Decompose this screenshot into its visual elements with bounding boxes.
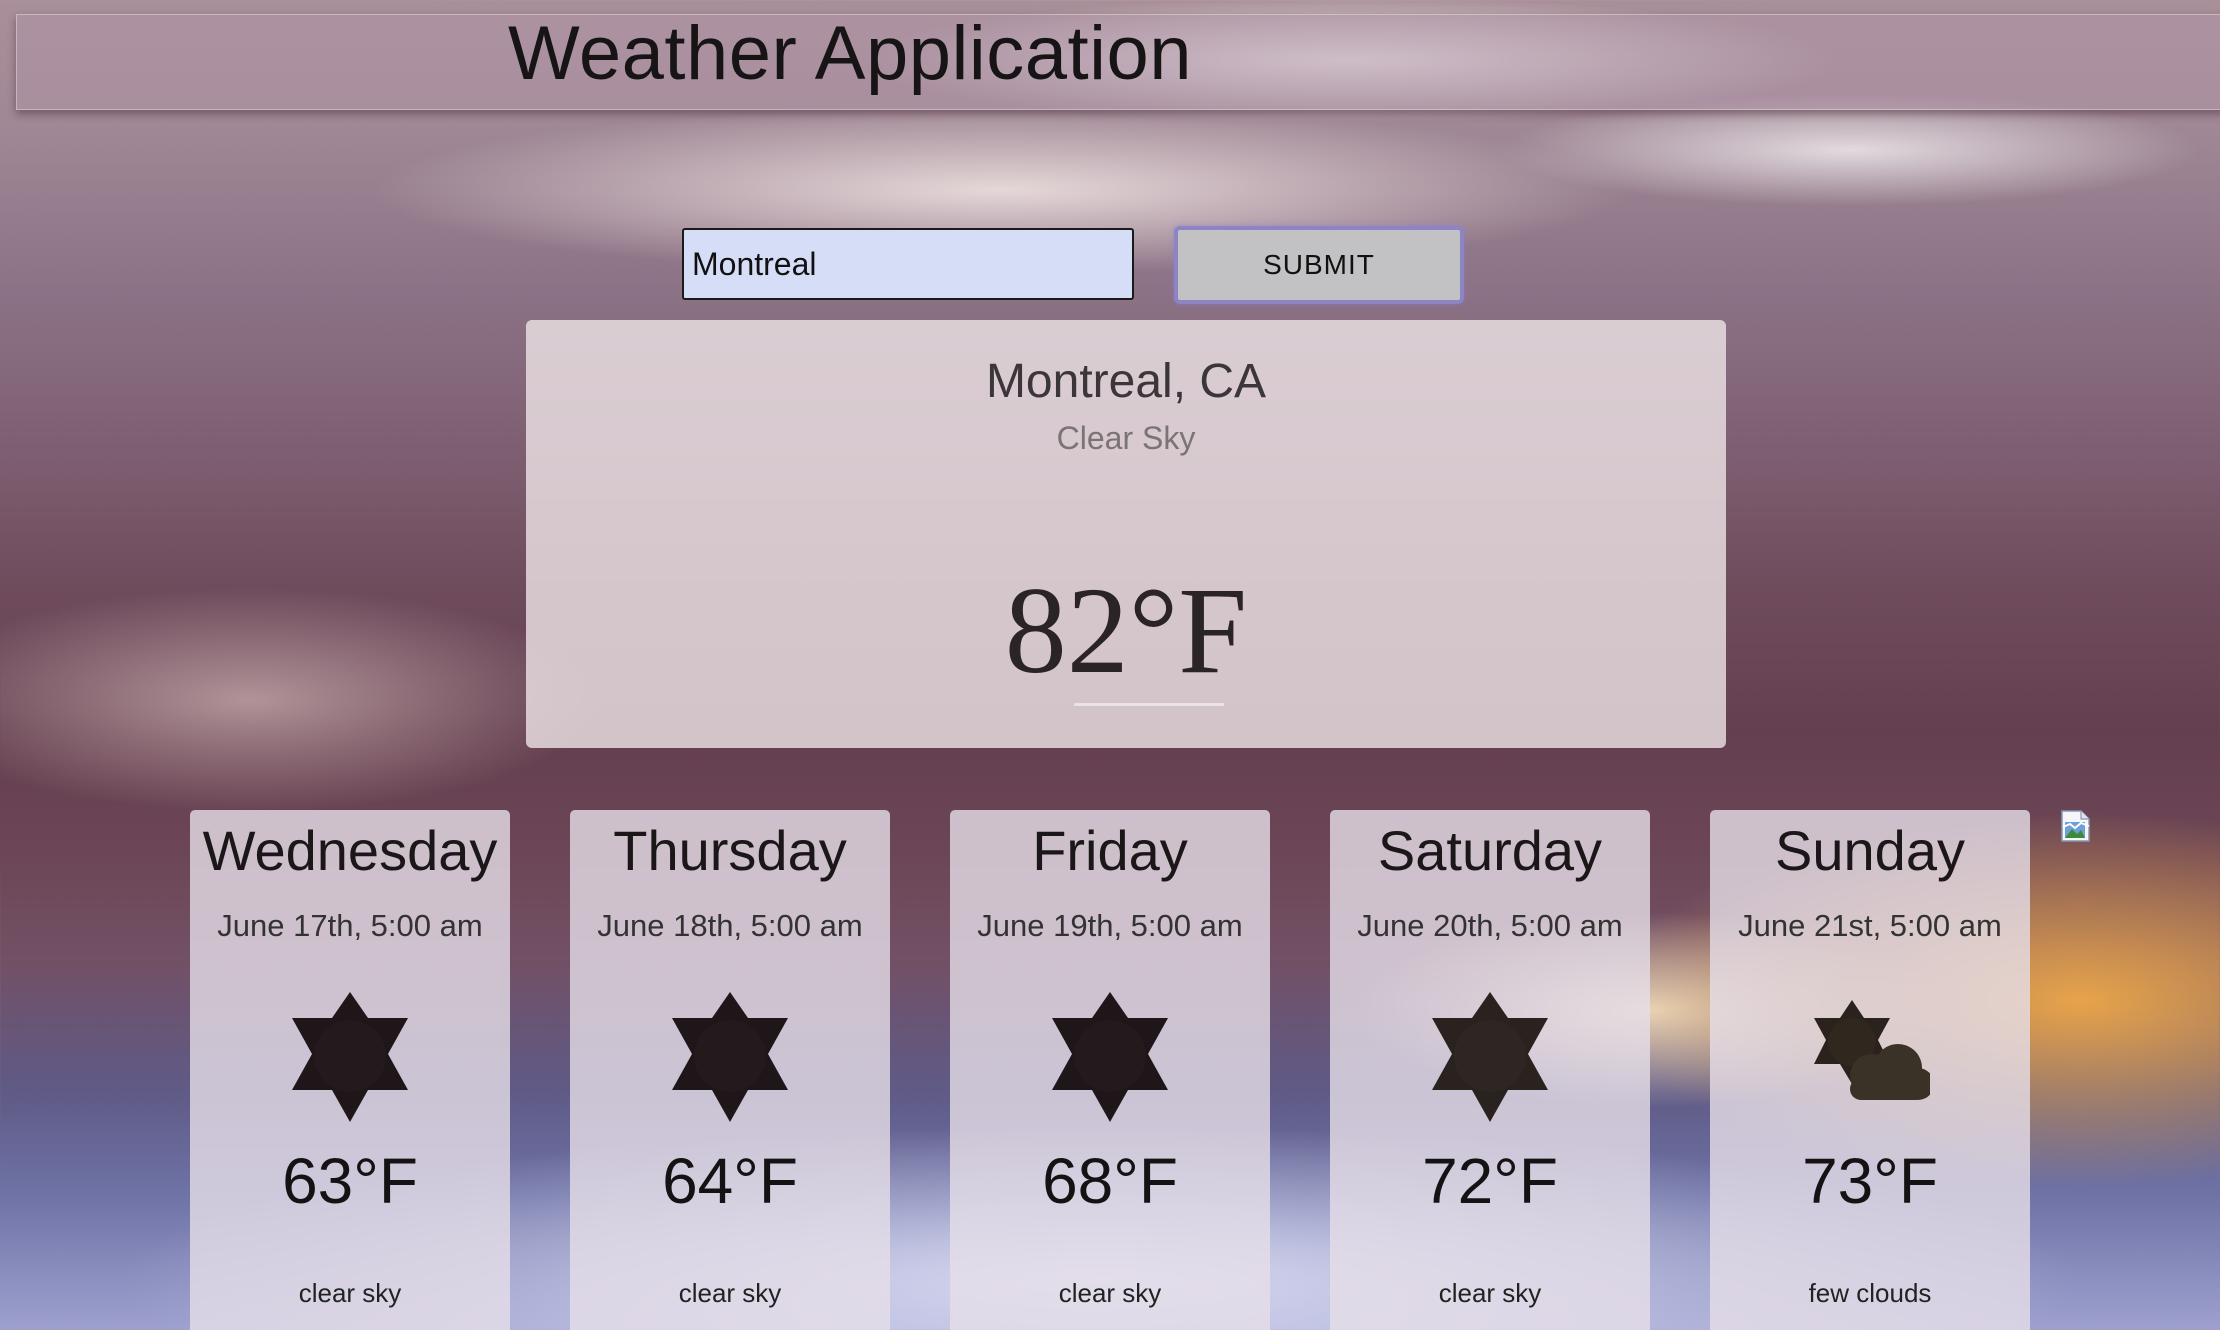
forecast-temperature: 72°F <box>1422 1145 1558 1217</box>
forecast-temperature: 73°F <box>1802 1145 1938 1217</box>
forecast-card: Wednesday June 17th, 5:00 am 63°F clear … <box>190 810 510 1330</box>
forecast-date: June 17th, 5:00 am <box>217 908 483 943</box>
forecast-description: clear sky <box>1438 1278 1542 1308</box>
submit-button[interactable]: SUBMIT <box>1174 226 1464 304</box>
few-clouds-icon <box>1814 1000 1930 1100</box>
forecast-day: Friday <box>1032 819 1188 882</box>
forecast-description: clear sky <box>298 1278 402 1308</box>
forecast-date: June 21st, 5:00 am <box>1738 908 2002 943</box>
forecast-card: Sunday June 21st, 5:00 am 73°F few cloud… <box>1710 810 2030 1330</box>
page-title: Weather Application <box>508 11 1193 96</box>
clear-sky-sun-icon <box>292 992 408 1122</box>
forecast-day: Saturday <box>1377 819 1603 882</box>
forecast-card: Saturday June 20th, 5:00 am 72°F clear s… <box>1330 810 1650 1330</box>
forecast-description: clear sky <box>1058 1278 1162 1308</box>
clear-sky-sun-icon <box>1052 992 1168 1122</box>
clear-sky-sun-icon <box>1432 992 1548 1122</box>
forecast-temperature: 64°F <box>662 1145 798 1217</box>
current-description: Clear Sky <box>1056 420 1196 456</box>
forecast-card: Friday June 19th, 5:00 am 68°F clear sky <box>950 810 1270 1330</box>
current-temperature: 82°F <box>1004 562 1248 699</box>
divider <box>1074 703 1224 706</box>
forecast-day: Wednesday <box>202 819 498 882</box>
forecast-date: June 18th, 5:00 am <box>597 908 863 943</box>
current-weather-card: Montreal, CA Clear Sky 82°F <box>526 320 1726 748</box>
forecast-day: Thursday <box>613 819 847 882</box>
forecast-description: clear sky <box>678 1278 782 1308</box>
city-search-input[interactable] <box>682 228 1134 300</box>
forecast-description: few clouds <box>1808 1278 1932 1308</box>
broken-image-icon <box>2061 810 2090 842</box>
forecast-date: June 20th, 5:00 am <box>1357 908 1623 943</box>
current-location: Montreal, CA <box>985 355 1267 408</box>
forecast-day: Sunday <box>1775 819 1965 882</box>
forecast-date: June 19th, 5:00 am <box>977 908 1243 943</box>
forecast-card: Thursday June 18th, 5:00 am 64°F clear s… <box>570 810 890 1330</box>
forecast-temperature: 68°F <box>1042 1145 1178 1217</box>
forecast-temperature: 63°F <box>282 1145 418 1217</box>
clear-sky-sun-icon <box>672 992 788 1122</box>
